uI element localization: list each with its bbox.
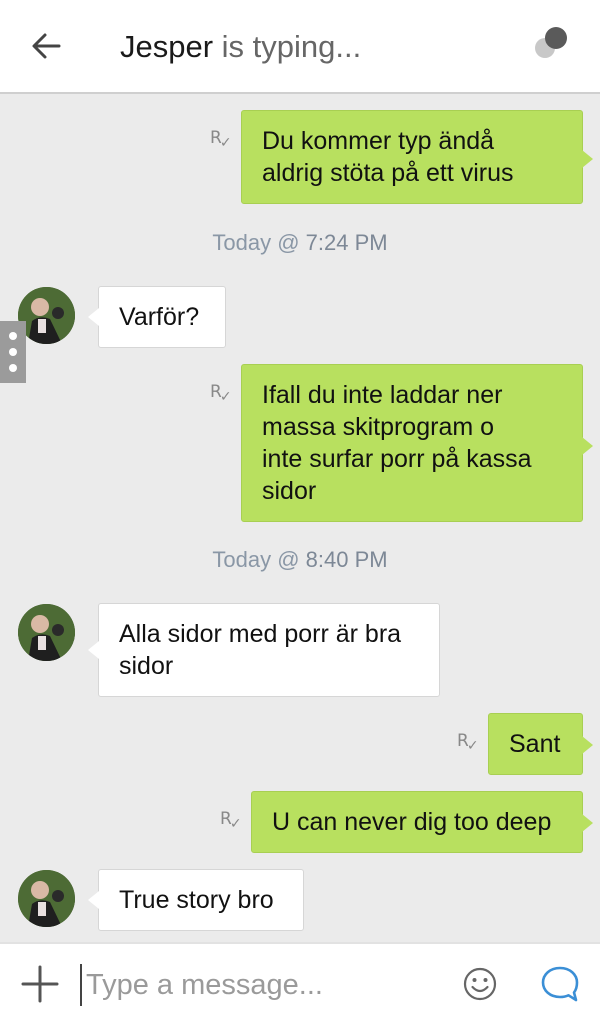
plus-icon: [21, 965, 59, 1003]
back-button[interactable]: [22, 26, 70, 66]
message-input[interactable]: [80, 964, 440, 1006]
avatar-photo: [18, 604, 75, 661]
avatar[interactable]: [18, 870, 75, 927]
read-receipt-icon: R✓: [210, 382, 232, 405]
read-receipt-icon: R✓: [210, 128, 232, 151]
typing-status: is typing...: [213, 29, 362, 64]
timestamp: Today @ 8:40 PM: [212, 547, 388, 572]
message-line: inte surfar porr på kassa: [262, 445, 532, 473]
drawer-handle[interactable]: [0, 321, 26, 383]
chat-header: Jesper is typing...: [0, 0, 600, 94]
timestamp: Today @ 7:24 PM: [212, 230, 388, 255]
more-vertical-icon: [9, 332, 17, 372]
message-line: sidor: [262, 477, 317, 505]
outgoing-message[interactable]: Sant: [488, 713, 593, 775]
chat-title: Jesper is typing...: [120, 28, 361, 66]
message-line: U can never dig too deep: [272, 808, 552, 836]
emoji-button[interactable]: [462, 966, 498, 1002]
avatar-photo: [18, 870, 75, 927]
incoming-message[interactable]: Varför?: [88, 286, 226, 348]
smiley-icon: [463, 967, 497, 1001]
avatar-photo: [18, 287, 75, 344]
chat-bubble-icon: [541, 966, 579, 1002]
composer-bar: [0, 942, 600, 1024]
presence-indicator[interactable]: [532, 26, 572, 66]
outgoing-message[interactable]: U can never dig too deep: [251, 791, 593, 853]
add-attachment-button[interactable]: [20, 964, 60, 1004]
message-line: Alla sidor med porr är bra: [119, 620, 402, 648]
avatar[interactable]: [18, 604, 75, 661]
message-line: Ifall du inte laddar ner: [262, 381, 503, 409]
message-line: Du kommer typ ändå: [262, 127, 495, 155]
read-receipt-icon: R✓: [457, 731, 479, 754]
message-line: sidor: [119, 652, 174, 680]
read-receipt-icon: R✓: [220, 809, 242, 832]
message-list[interactable]: R✓ Du kommer typ ändå aldrig stöta på et…: [0, 96, 600, 942]
incoming-message[interactable]: True story bro: [88, 869, 304, 931]
message-line: Sant: [509, 730, 561, 758]
message-line: massa skitprogram o: [262, 413, 495, 441]
outgoing-message[interactable]: Du kommer typ ändå aldrig stöta på ett v…: [241, 110, 593, 204]
outgoing-message[interactable]: Ifall du inte laddar ner massa skitprogr…: [241, 364, 593, 522]
arrow-left-icon: [32, 33, 61, 59]
contact-name: Jesper: [120, 29, 214, 64]
message-line: aldrig stöta på ett virus: [262, 159, 514, 187]
message-line: Varför?: [119, 303, 200, 331]
message-line: True story bro: [119, 886, 274, 914]
presence-dots-icon: [535, 27, 567, 58]
incoming-message[interactable]: Alla sidor med porr är bra sidor: [88, 603, 440, 697]
send-button[interactable]: [540, 964, 580, 1004]
avatar[interactable]: [18, 287, 75, 344]
